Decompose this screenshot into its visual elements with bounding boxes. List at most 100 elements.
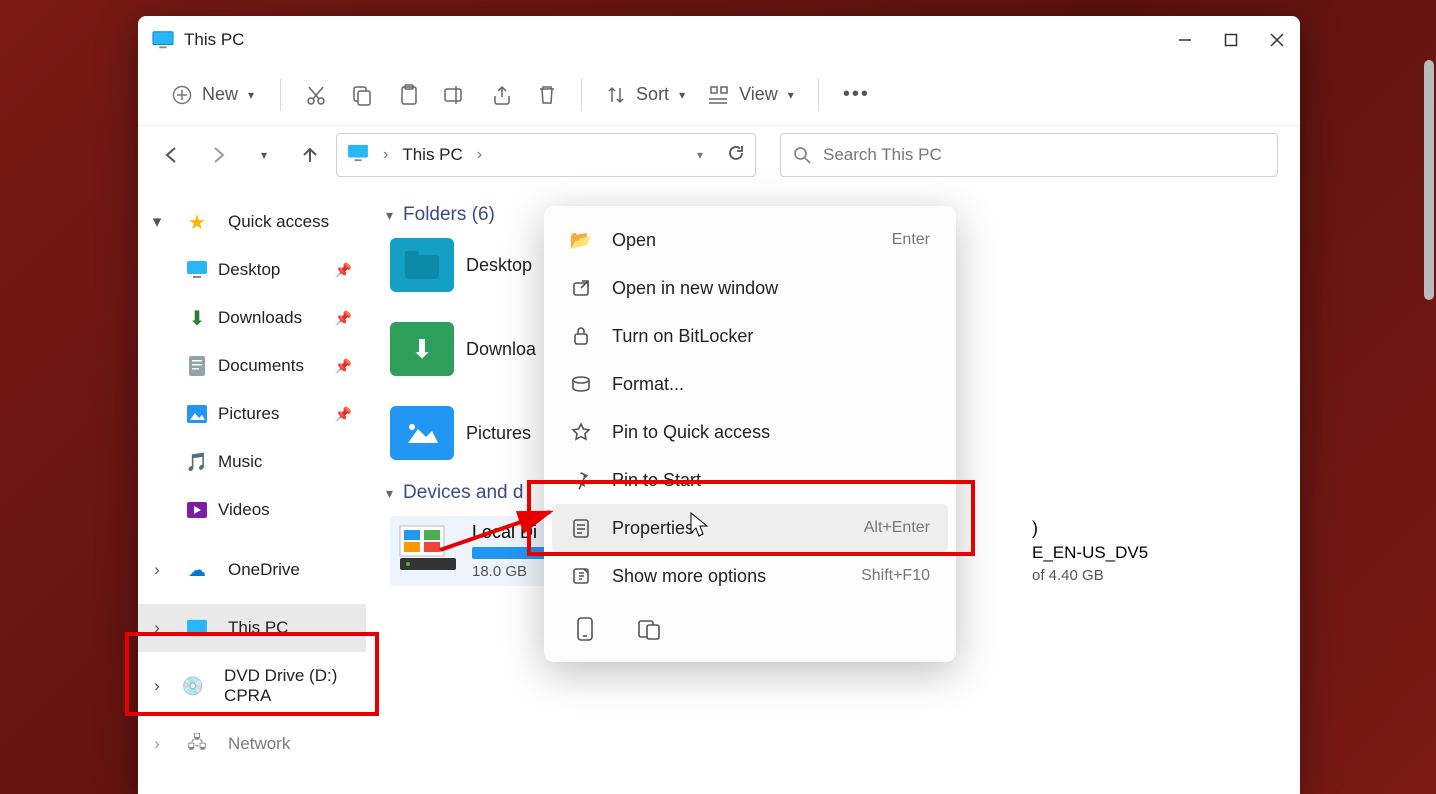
ctx-open-new-window[interactable]: Open in new window — [552, 264, 948, 312]
sidebar-item-label: Quick access — [228, 212, 329, 232]
sidebar-onedrive[interactable]: › ☁ OneDrive — [138, 546, 366, 594]
folder-icon — [390, 238, 454, 292]
search-placeholder: Search This PC — [823, 145, 942, 165]
new-label: New — [202, 84, 238, 105]
sidebar-network[interactable]: › 🖧 Network — [138, 720, 366, 768]
drive-subtext: E_EN-US_DV5 — [1032, 543, 1148, 563]
forward-button[interactable] — [198, 135, 238, 175]
chevron-right-icon[interactable]: › — [148, 560, 166, 580]
ctx-pin-quick[interactable]: Pin to Quick access — [552, 408, 948, 456]
star-icon — [570, 421, 592, 443]
cut-button[interactable] — [295, 73, 337, 117]
sidebar-item-pictures[interactable]: Pictures 📌 — [138, 390, 366, 438]
drive-dvd[interactable]: ) E_EN-US_DV5 of 4.40 GB — [1032, 516, 1148, 586]
ctx-format[interactable]: Format... — [552, 360, 948, 408]
pictures-icon — [186, 403, 208, 425]
sidebar-this-pc[interactable]: › This PC — [138, 604, 366, 652]
ctx-app-button[interactable] — [630, 610, 668, 648]
delete-button[interactable] — [527, 73, 567, 117]
sidebar-item-downloads[interactable]: ⬇ Downloads 📌 — [138, 294, 366, 342]
folder-label: Pictures — [466, 423, 531, 444]
ctx-label: Format... — [612, 374, 684, 395]
sidebar-item-music[interactable]: 🎵 Music — [138, 438, 366, 486]
open-new-window-icon — [570, 277, 592, 299]
chevron-down-icon: ▾ — [248, 88, 254, 102]
paste-button[interactable] — [387, 73, 429, 117]
chevron-right-icon[interactable]: › — [148, 618, 166, 638]
page-scrollbar[interactable] — [1424, 60, 1434, 300]
more-button[interactable]: ••• — [833, 73, 880, 117]
pin-icon: 📌 — [335, 262, 352, 279]
lock-icon — [570, 325, 592, 347]
sidebar: ▾ ★ Quick access Desktop 📌 ⬇ Downloads 📌… — [138, 184, 366, 794]
sidebar-item-label: OneDrive — [228, 560, 300, 580]
this-pc-icon — [152, 30, 174, 50]
ctx-label: Turn on BitLocker — [612, 326, 753, 347]
maximize-button[interactable] — [1208, 17, 1254, 63]
sidebar-dvd[interactable]: › 💿 DVD Drive (D:) CPRA — [138, 662, 366, 710]
ctx-show-more[interactable]: Show more options Shift+F10 — [552, 552, 948, 600]
drive-icon — [396, 522, 460, 572]
refresh-button[interactable] — [727, 144, 745, 167]
folder-icon: ⬇ — [390, 322, 454, 376]
chevron-down-icon[interactable]: ▾ — [697, 148, 703, 162]
properties-icon — [570, 517, 592, 539]
video-icon — [186, 499, 208, 521]
cloud-icon: ☁ — [186, 559, 208, 581]
ctx-label: Show more options — [612, 566, 766, 587]
document-icon — [186, 355, 208, 377]
ctx-shortcut: Alt+Enter — [864, 519, 930, 537]
ctx-shortcut: Enter — [892, 231, 930, 249]
chevron-right-icon[interactable]: › — [148, 676, 166, 696]
ctx-properties[interactable]: Properties Alt+Enter — [552, 504, 948, 552]
chevron-down-icon: ▾ — [788, 88, 794, 102]
disc-icon: 💿 — [182, 675, 204, 697]
sidebar-quick-access[interactable]: ▾ ★ Quick access — [138, 198, 366, 246]
new-button[interactable]: New ▾ — [160, 84, 266, 105]
copy-button[interactable] — [341, 73, 383, 117]
drive-free-text: of 4.40 GB — [1032, 567, 1148, 584]
sidebar-item-videos[interactable]: Videos — [138, 486, 366, 534]
ctx-label: Pin to Start — [612, 470, 701, 491]
breadcrumb-item[interactable]: This PC — [402, 145, 462, 165]
sidebar-item-label: Desktop — [218, 260, 280, 280]
mouse-cursor — [690, 512, 710, 538]
sidebar-item-label: DVD Drive (D:) CPRA — [224, 666, 366, 706]
ctx-bitlocker[interactable]: Turn on BitLocker — [552, 312, 948, 360]
chevron-right-icon[interactable]: › — [148, 734, 166, 754]
view-label: View — [739, 84, 778, 105]
chevron-down-icon[interactable]: ▾ — [148, 212, 166, 232]
desktop-icon — [186, 259, 208, 281]
view-icon — [709, 85, 729, 105]
rename-button[interactable] — [433, 73, 477, 117]
plus-circle-icon — [172, 85, 192, 105]
download-icon: ⬇ — [186, 307, 208, 329]
sort-label: Sort — [636, 84, 669, 105]
search-box[interactable]: Search This PC — [780, 133, 1278, 177]
ctx-pin-start[interactable]: Pin to Start — [552, 456, 948, 504]
up-button[interactable] — [290, 135, 330, 175]
minimize-button[interactable] — [1162, 17, 1208, 63]
ctx-label: Pin to Quick access — [612, 422, 770, 443]
recent-dropdown[interactable]: ▾ — [244, 135, 284, 175]
view-button[interactable]: View ▾ — [699, 73, 804, 117]
ctx-device-button[interactable] — [566, 610, 604, 648]
ctx-shortcut: Shift+F10 — [861, 567, 930, 585]
folder-label: Desktop — [466, 255, 532, 276]
sidebar-item-label: Documents — [218, 356, 304, 376]
pin-icon: 📌 — [335, 310, 352, 327]
sidebar-item-desktop[interactable]: Desktop 📌 — [138, 246, 366, 294]
share-button[interactable] — [481, 73, 523, 117]
sidebar-item-label: Downloads — [218, 308, 302, 328]
sort-button[interactable]: Sort ▾ — [596, 73, 695, 117]
sidebar-item-label: Network — [228, 734, 290, 754]
folder-label: Downloa — [466, 339, 536, 360]
close-button[interactable] — [1254, 17, 1300, 63]
chevron-down-icon: ▾ — [386, 485, 393, 502]
ctx-open[interactable]: 📂 Open Enter — [552, 216, 948, 264]
address-bar[interactable]: › This PC › ▾ — [336, 133, 756, 177]
sidebar-item-documents[interactable]: Documents 📌 — [138, 342, 366, 390]
network-icon: 🖧 — [186, 733, 208, 755]
chevron-right-icon: › — [477, 146, 482, 164]
back-button[interactable] — [152, 135, 192, 175]
